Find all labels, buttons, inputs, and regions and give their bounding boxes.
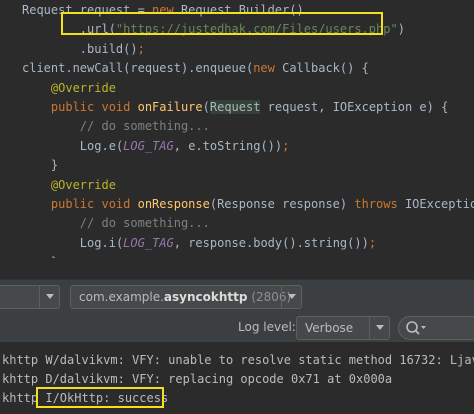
code-token: Log. xyxy=(22,138,109,153)
code-line: client.newCall(request).enqueue(new Call… xyxy=(22,58,369,78)
chevron-down-icon xyxy=(39,286,59,308)
code-token: "https://justedhak.com/Files/users.php" xyxy=(115,22,398,37)
code-token: } xyxy=(22,158,59,173)
code-token: @Override xyxy=(50,177,116,192)
code-token: Request xyxy=(209,100,261,114)
code-token: LOG_TAG xyxy=(123,138,174,153)
code-line: // do something... xyxy=(22,116,210,136)
log-search-input[interactable] xyxy=(398,316,474,340)
code-token: IOException { xyxy=(404,197,474,211)
panel-separator xyxy=(0,258,474,279)
code-line: @Override xyxy=(22,175,116,195)
code-token: , e.toString()) xyxy=(173,138,283,153)
code-token: onFailure xyxy=(137,100,203,114)
code-token: , response.body().string()) xyxy=(173,235,369,250)
code-token: request, IOException e) { xyxy=(260,100,449,114)
search-icon xyxy=(405,320,427,340)
code-line: Log.i(LOG_TAG, response.body().string())… xyxy=(22,233,376,253)
logcat-output[interactable]: khttp W/dalvikvm: VFY: unable to resolve… xyxy=(0,343,474,414)
code-token: Request request = xyxy=(22,3,153,17)
code-token: i xyxy=(108,235,116,250)
code-token: .build() xyxy=(22,41,138,56)
code-token: ; xyxy=(282,138,290,153)
code-token: onResponse xyxy=(137,197,210,211)
code-line: Log.e(LOG_TAG, e.toString()); xyxy=(22,136,290,156)
code-token: Request.Builder() xyxy=(180,3,304,17)
code-token: // do something... xyxy=(22,216,210,231)
process-select[interactable]: com.example.asyncokhttp (2806) xyxy=(70,285,302,309)
ide-window: Request request = new Request.Builder() … xyxy=(0,0,474,414)
code-token: client.newCall(request).enqueue( xyxy=(22,61,254,76)
log-level-select[interactable]: Verbose xyxy=(296,316,390,340)
code-line: public void onFailure(Request request, I… xyxy=(22,97,448,117)
code-token: ; xyxy=(368,235,377,250)
device-select[interactable] xyxy=(0,285,60,309)
code-token: throws xyxy=(354,197,405,211)
chevron-down-icon xyxy=(369,317,389,339)
code-token: Log. xyxy=(22,235,109,250)
code-token: // do something... xyxy=(22,119,210,134)
log-level-label: Log level: xyxy=(238,320,296,334)
code-line: } xyxy=(22,155,58,175)
code-line: public void onResponse(Response response… xyxy=(22,194,474,214)
log-line: khttp D/dalvikvm: VFY: replacing opcode … xyxy=(2,372,393,386)
code-token: new xyxy=(253,61,283,76)
code-editor[interactable]: Request request = new Request.Builder() … xyxy=(0,0,474,258)
process-name: asyncokhttp xyxy=(163,290,248,304)
code-line: // do something... xyxy=(22,213,210,233)
code-line: @Override xyxy=(22,78,116,98)
logcat-filter-bar: Log level: Verbose xyxy=(0,313,474,343)
code-token: new xyxy=(152,3,181,17)
chevron-down-icon xyxy=(281,286,301,308)
code-token: public void xyxy=(50,197,138,211)
log-level-value: Verbose xyxy=(305,321,354,335)
code-token: e xyxy=(108,138,116,153)
code-token: ( xyxy=(202,100,210,114)
code-token: (Response response) xyxy=(209,197,355,211)
logcat-toolbar: com.example.asyncokhttp (2806) xyxy=(0,279,474,313)
code-line: .build(); xyxy=(22,39,145,59)
code-token: LOG_TAG xyxy=(123,235,174,250)
code-line: Request request = new Request.Builder() xyxy=(22,0,304,20)
code-token: @Override xyxy=(50,80,116,95)
log-line: khttp W/dalvikvm: VFY: unable to resolve… xyxy=(2,353,474,367)
code-token: .url( xyxy=(22,22,116,37)
process-select-value: com.example.asyncokhttp (2806) xyxy=(79,286,291,308)
code-token: public void xyxy=(50,100,138,114)
code-token: Callback() { xyxy=(282,61,369,76)
code-line: .url("https://justedhak.com/Files/users.… xyxy=(22,19,405,39)
code-token: ; xyxy=(137,41,145,56)
log-line: khttp I/OkHttp: success xyxy=(2,391,169,405)
process-prefix: com.example. xyxy=(79,290,164,304)
code-token: ) xyxy=(397,22,405,37)
